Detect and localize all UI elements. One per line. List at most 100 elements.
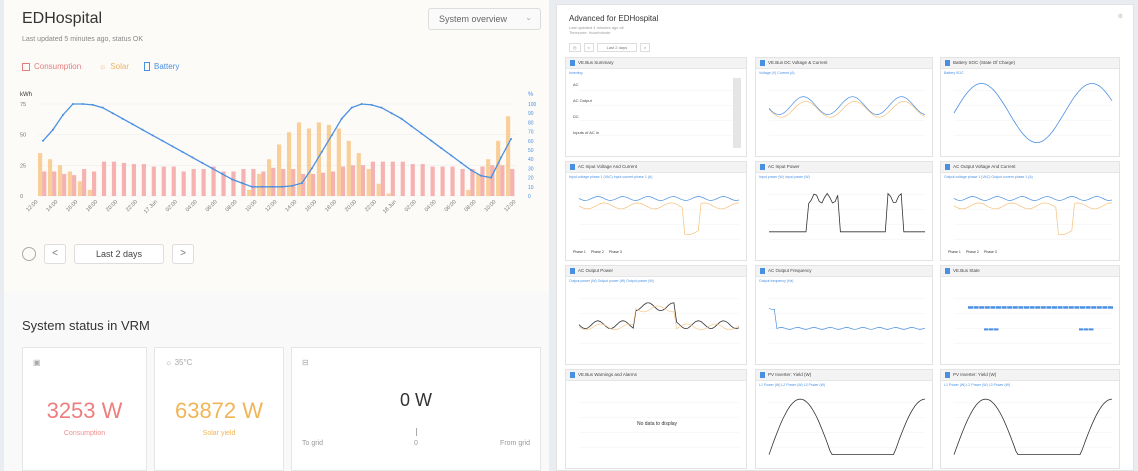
point-battery (201, 161, 204, 164)
point-battery (51, 128, 54, 131)
y-tick-right: 60 (528, 139, 534, 145)
advanced-panel[interactable]: PV Inverter: Yield (W) L1 Power (W) L2 Po… (755, 369, 933, 469)
phase-tab: Phase 3 (984, 250, 997, 254)
consumption-card[interactable]: ▣ 3253 W Consumption (22, 347, 147, 471)
grid-card[interactable]: ⊟ 0 W To grid 0 From grid (291, 347, 541, 471)
point-battery (171, 145, 174, 148)
panel-plot: No data to display (579, 402, 739, 448)
panel-title: PV Inverter: Yield (W) (768, 372, 812, 377)
bar-solar (476, 173, 481, 196)
y-tick-right: 40 (528, 157, 534, 163)
advanced-next-button[interactable]: > (639, 43, 651, 52)
legend-consumption-label: Consumption (34, 62, 82, 71)
phase-tab: Phase 2 (966, 250, 979, 254)
bar-consumption (181, 171, 186, 196)
x-tick: 12:00 (25, 199, 39, 213)
advanced-panel[interactable]: AC Input Voltage And Current Input voltag… (565, 161, 747, 261)
grid-marker (416, 428, 417, 436)
advanced-panel[interactable]: AC Output Frequency Output frequency (Hz) (755, 265, 933, 365)
bar-consumption (350, 165, 356, 196)
state-segment (1079, 328, 1084, 331)
clock-icon[interactable] (22, 247, 36, 261)
x-tick: 14:00 (284, 199, 298, 213)
state-segment (1052, 306, 1057, 309)
panel-title: VE.Bus DC Voltage & Current (768, 60, 828, 65)
panel-plot: Phase 1 Phase 2 Phase 3 (573, 194, 740, 254)
bar-solar (356, 153, 361, 196)
state-segment (1012, 306, 1018, 309)
y-tick-right: 80 (528, 120, 534, 126)
x-tick: 22:00 (364, 199, 378, 213)
panel-chart-icon (570, 60, 575, 66)
advanced-panel[interactable]: VE.Bus Warnings and Alarms No data to dis… (565, 369, 747, 469)
consumption-label: Consumption (63, 430, 106, 437)
advanced-panel[interactable]: AC Output Power Output power (W) Output p… (565, 265, 747, 365)
x-tick: 18 Jun (382, 199, 398, 215)
advanced-panel[interactable]: VE.Bus State (940, 265, 1120, 365)
bar-solar (306, 128, 312, 196)
bar-consumption (251, 169, 256, 196)
panel-legend: Output power (W) Output power (W) Output… (569, 279, 654, 283)
panel-series (953, 398, 1113, 455)
point-battery (440, 147, 443, 150)
y-tick-left: 75 (20, 102, 26, 108)
solar-card[interactable]: ☼ 35°C 63872 W Solar yield (154, 347, 284, 471)
panel-header: AC Input Voltage And Current (566, 162, 746, 173)
panel-title: AC Input Power (768, 164, 800, 169)
advanced-prev-button[interactable]: < (583, 43, 594, 52)
panel-header: PV Inverter: Yield (W) (756, 370, 932, 381)
advanced-panel[interactable]: AC Input Power Input power (W) Input powe… (755, 161, 933, 261)
legend-consumption[interactable]: Consumption (22, 62, 81, 71)
advanced-clock-icon[interactable]: ◷ (569, 43, 581, 52)
advanced-panel[interactable]: Battery SOC (State Of Charge) Battery SOC (940, 57, 1120, 157)
advanced-panel[interactable]: AC Output Voltage And Current Output volt… (940, 161, 1120, 261)
state-segment (973, 306, 979, 309)
panel-header: PV Inverter: Yield (W) (941, 370, 1119, 381)
panel-legend: Input voltage phase 1 (VAC) Input curren… (569, 175, 653, 179)
panel-title: AC Output Voltage And Current (953, 164, 1016, 169)
advanced-period-label[interactable]: Last 2 days (596, 43, 637, 52)
advanced-panel[interactable]: VE.Bus DC Voltage & Current Voltage (V) C… (755, 57, 933, 157)
point-battery (320, 150, 323, 153)
legend-solar-label: Solar (110, 62, 130, 71)
point-battery (510, 137, 513, 140)
panel-header: VE.Bus Warnings and Alarms (566, 370, 746, 381)
from-grid-label: From grid (500, 440, 530, 447)
panel-series (953, 202, 1113, 236)
bar-consumption (211, 166, 216, 196)
y-tick-right: 100 (528, 102, 537, 108)
next-period-button[interactable]: > (172, 244, 194, 264)
state-segment (1102, 306, 1108, 309)
y-tick-left: 50 (20, 133, 26, 139)
panel-chart-icon (570, 372, 575, 378)
advanced-panel[interactable]: VE.Bus Summary Inverting AC AC Output DC Inpu… (565, 57, 747, 157)
legend-solar[interactable]: ☼ Solar (99, 62, 129, 71)
prev-period-button[interactable]: < (44, 244, 66, 264)
bar-consumption (360, 165, 366, 196)
bar-solar (47, 159, 53, 196)
point-battery (81, 103, 84, 105)
bar-solar (466, 189, 471, 196)
bar-consumption (340, 166, 346, 196)
settings-icon[interactable]: ⚙ (1118, 13, 1123, 20)
legend-battery[interactable]: Battery (144, 62, 179, 71)
point-battery (61, 114, 64, 117)
x-tick: 08:00 (225, 199, 239, 213)
point-battery (191, 156, 194, 159)
view-select[interactable]: System overview ⌄ (428, 8, 541, 30)
period-label[interactable]: Last 2 days (74, 244, 164, 264)
point-battery (390, 112, 393, 115)
phase-tab: Phase 3 (609, 250, 622, 254)
point-battery (261, 185, 264, 188)
state-segment (990, 306, 996, 309)
bar-consumption (191, 169, 196, 196)
solar-value: 63872 W (174, 398, 264, 423)
state-segment (1096, 306, 1102, 309)
panel-series (769, 192, 925, 233)
y-tick-right: 90 (528, 111, 534, 117)
bar-consumption (500, 165, 505, 196)
point-battery (500, 156, 503, 159)
panel-chart-icon (760, 372, 765, 378)
advanced-panel[interactable]: PV Inverter: Yield (W) L1 Power (W) L2 Po… (940, 369, 1120, 469)
x-tick: 06:00 (444, 199, 458, 213)
